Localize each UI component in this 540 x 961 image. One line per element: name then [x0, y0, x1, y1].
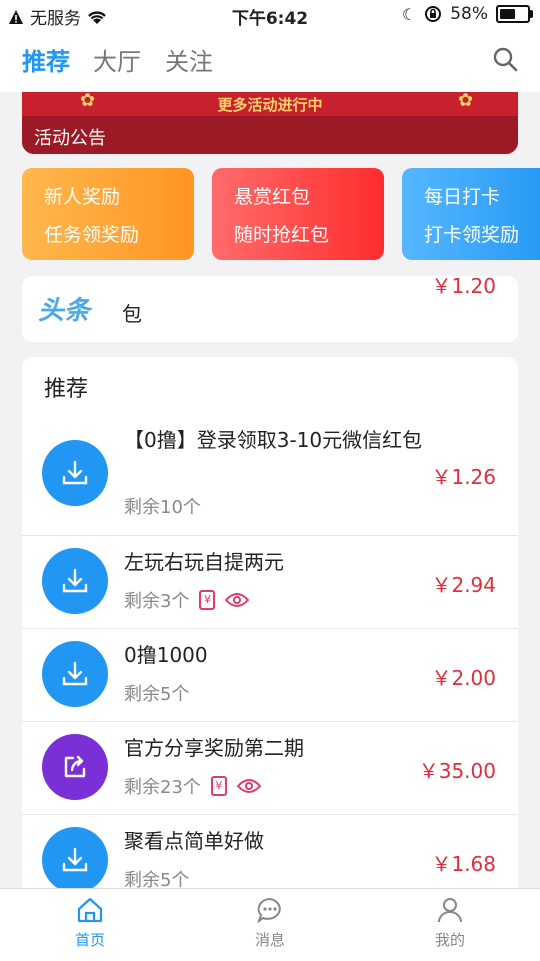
promo-card-subtitle: 打卡领奖励 — [424, 224, 520, 246]
tab-recommend[interactable]: 推荐 — [22, 42, 70, 77]
item-remaining-text: 剩余3个 — [124, 591, 190, 612]
headline-text: 包 — [122, 302, 142, 326]
item-name: 官方分享奖励第二期 — [124, 736, 304, 760]
top-nav: 推荐 大厅 关注 — [0, 30, 540, 92]
tab-messages[interactable]: 消息 — [210, 897, 330, 950]
item-name: 聚看点简单好做 — [124, 829, 264, 853]
list-item[interactable]: 聚看点简单好做 剩余5个 ￥1.68 — [22, 814, 518, 897]
promo-card-title: 新人奖励 — [44, 186, 121, 208]
promo-cards: 新人奖励 任务领奖励 悬赏红包 随时抢红包 每日打卡 打卡领奖励 — [22, 168, 540, 262]
recommend-title: 推荐 — [44, 377, 89, 402]
recommend-panel: 推荐 【0撸】登录领取3-10元微信红包 剩余10个 ￥1.26 左玩右玩自提两… — [22, 357, 518, 897]
headline-logo: 头条 — [38, 296, 91, 326]
list-item[interactable]: 【0撸】登录领取3-10元微信红包 剩余10个 ￥1.26 — [22, 411, 518, 536]
activity-notice-label: 活动公告 — [34, 128, 106, 149]
eye-icon — [236, 779, 261, 793]
tab-home-label: 首页 — [74, 931, 105, 949]
promo-card-newbie[interactable]: 新人奖励 任务领奖励 — [22, 168, 194, 260]
eye-icon — [225, 593, 250, 607]
list-item[interactable]: 左玩右玩自提两元 剩余3个 ¥ ￥2.94 — [22, 535, 518, 629]
promo-card-title: 每日打卡 — [424, 186, 501, 208]
headline-price: ￥1.20 — [431, 276, 496, 298]
headline-ticker[interactable]: 头条 包 ￥1.20 — [22, 276, 518, 342]
promo-card-checkin[interactable]: 每日打卡 打卡领奖励 — [402, 168, 540, 260]
tab-follow[interactable]: 关注 — [165, 42, 213, 77]
item-remaining: 剩余5个 — [124, 680, 189, 706]
home-icon — [77, 897, 103, 923]
item-remaining-text: 剩余10个 — [124, 497, 201, 518]
item-remaining-text: 剩余5个 — [124, 684, 190, 705]
battery-icon — [496, 5, 533, 23]
item-name: 左玩右玩自提两元 — [124, 550, 284, 574]
promo-card-bounty[interactable]: 悬赏红包 随时抢红包 — [212, 168, 384, 260]
item-remaining-text: 剩余23个 — [124, 777, 201, 798]
promo-card-subtitle: 随时抢红包 — [234, 224, 330, 246]
list-item[interactable]: 0撸1000 剩余5个 ￥2.00 — [22, 628, 518, 722]
download-icon — [42, 827, 108, 893]
item-price: ￥2.00 — [431, 666, 496, 690]
item-name: 【0撸】登录领取3-10元微信红包 — [124, 428, 423, 452]
battery-percent: 58% — [450, 4, 488, 24]
tab-profile-label: 我的 — [434, 931, 465, 949]
item-remaining: 剩余23个 ¥ — [124, 773, 261, 799]
receipt-icon: ¥ — [210, 776, 227, 796]
share-icon — [42, 734, 108, 800]
message-icon — [257, 897, 281, 923]
list-item[interactable]: 官方分享奖励第二期 剩余23个 ¥ ￥35.00 — [22, 721, 518, 815]
item-remaining: 剩余3个 ¥ — [124, 587, 250, 613]
status-right: ☾ 58% — [401, 4, 533, 24]
moon-icon: ☾ — [401, 4, 417, 24]
bottom-tab-bar: 首页 消息 我的 — [0, 888, 540, 961]
download-icon — [42, 548, 108, 614]
promo-card-title: 悬赏红包 — [234, 186, 311, 208]
status-bar: 无服务 下午6:42 ☾ 58% — [0, 0, 540, 30]
promo-card-subtitle: 任务领奖励 — [44, 224, 140, 246]
banner-promo-text: 更多活动进行中 — [217, 96, 323, 114]
item-name: 0撸1000 — [124, 643, 208, 667]
profile-icon — [438, 898, 462, 923]
activity-banner[interactable]: ✿ ✿ 更多活动进行中 活动公告 — [22, 92, 518, 154]
rotation-lock-icon — [425, 6, 442, 22]
receipt-icon: ¥ — [199, 590, 216, 610]
tab-profile[interactable]: 我的 — [390, 897, 510, 950]
download-icon — [42, 641, 108, 707]
tab-home[interactable]: 首页 — [30, 897, 150, 950]
tab-hall[interactable]: 大厅 — [93, 42, 141, 77]
item-price: ￥1.68 — [431, 852, 496, 876]
item-price: ￥35.00 — [418, 759, 496, 783]
item-price: ￥1.26 — [431, 465, 496, 489]
activity-notice[interactable]: 活动公告 — [22, 116, 518, 154]
item-remaining: 剩余10个 — [124, 493, 201, 519]
item-price: ￥2.94 — [431, 573, 496, 597]
tab-messages-label: 消息 — [254, 931, 285, 949]
search-icon[interactable] — [492, 46, 518, 72]
download-icon — [42, 440, 108, 506]
